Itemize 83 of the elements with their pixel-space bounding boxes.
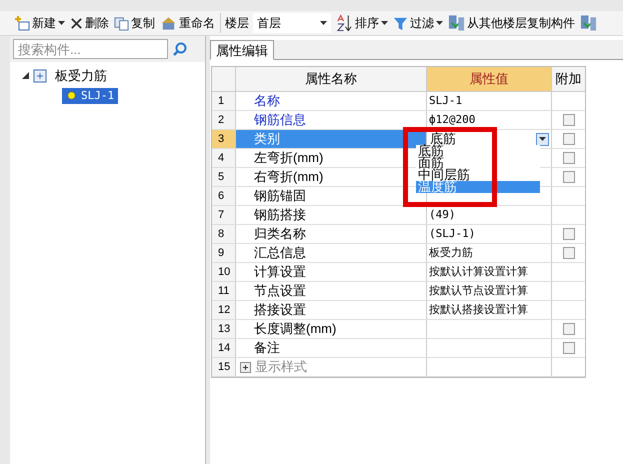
row-number: 5 bbox=[212, 168, 236, 186]
toolbar-button[interactable]: 排序 bbox=[336, 14, 388, 32]
caret-icon bbox=[436, 21, 443, 25]
property-value: ф12@200 bbox=[429, 112, 476, 128]
property-name: 节点设置 bbox=[254, 282, 306, 300]
row-number: 10 bbox=[212, 263, 236, 281]
property-name: 汇总信息 bbox=[254, 244, 306, 262]
sort-icon bbox=[336, 14, 353, 32]
toolbar-button[interactable]: 从其他楼层复制构件 bbox=[448, 14, 575, 32]
caret-icon bbox=[58, 21, 65, 25]
expand-icon[interactable] bbox=[240, 362, 251, 372]
row-number: 6 bbox=[212, 187, 236, 205]
checkbox[interactable] bbox=[562, 171, 574, 183]
property-value: 按默认搭接设置计算 bbox=[429, 302, 528, 318]
row-number: 8 bbox=[212, 225, 236, 243]
property-name: 备注 bbox=[254, 339, 280, 358]
checkbox[interactable] bbox=[562, 152, 574, 164]
checkbox[interactable] bbox=[562, 114, 574, 126]
rename-icon bbox=[160, 15, 177, 31]
dropdown-option[interactable]: 面筋 bbox=[416, 157, 540, 169]
checkbox[interactable] bbox=[562, 247, 574, 259]
search-field[interactable]: 搜索构件... bbox=[13, 39, 168, 59]
checkbox[interactable] bbox=[562, 133, 574, 145]
tab[interactable]: 属性编辑 bbox=[210, 40, 274, 60]
row-number: 4 bbox=[212, 149, 236, 167]
row-number: 3 bbox=[212, 130, 236, 148]
caret-icon bbox=[320, 21, 327, 25]
search-icon[interactable] bbox=[172, 41, 188, 57]
copy-floors-icon bbox=[580, 14, 597, 32]
caret-icon bbox=[539, 137, 546, 141]
column-header: 附加 bbox=[554, 70, 582, 88]
property-name: 计算设置 bbox=[254, 263, 306, 282]
property-name: 类别 bbox=[254, 130, 280, 148]
property-name: 钢筋搭接 bbox=[254, 206, 306, 224]
row-number: 12 bbox=[212, 301, 236, 319]
new-icon bbox=[14, 15, 30, 31]
property-value: (49) bbox=[429, 206, 456, 223]
dropdown-option[interactable]: 底筋 bbox=[416, 145, 540, 157]
row-number: 9 bbox=[212, 244, 236, 262]
expander-icon[interactable] bbox=[22, 72, 29, 80]
property-value: 按默认节点设置计算 bbox=[429, 282, 528, 299]
property-value: 板受力筋 bbox=[429, 244, 473, 261]
toolbar-button[interactable]: 重命名 bbox=[160, 14, 215, 32]
property-value: (SLJ-1) bbox=[429, 226, 476, 242]
checkbox[interactable] bbox=[562, 228, 574, 240]
checkbox[interactable] bbox=[562, 323, 574, 335]
property-name: 显示样式 bbox=[255, 358, 307, 376]
row-number: 2 bbox=[212, 111, 236, 129]
toolbar-button[interactable]: 新建 bbox=[14, 14, 65, 32]
property-name: 钢筋锚固 bbox=[254, 187, 306, 206]
toolbar-button[interactable]: 删除 bbox=[70, 14, 109, 32]
row-number: 15 bbox=[212, 358, 236, 376]
property-name: 钢筋信息 bbox=[254, 111, 306, 130]
row-number: 1 bbox=[212, 92, 236, 110]
delete-icon bbox=[70, 16, 83, 30]
copy-icon bbox=[114, 16, 129, 30]
property-name: 左弯折(mm) bbox=[254, 149, 324, 168]
property-name: 归类名称 bbox=[254, 225, 306, 244]
copy-floors-icon bbox=[448, 14, 465, 32]
caret-icon bbox=[381, 21, 388, 25]
toolbar-button[interactable]: 复制 bbox=[114, 14, 155, 32]
toolbar-button[interactable]: 过滤 bbox=[393, 14, 443, 32]
property-value: 按默认计算设置计算 bbox=[429, 264, 528, 280]
column-header: 属性值 bbox=[427, 67, 552, 91]
filter-icon bbox=[393, 16, 408, 30]
folder-icon bbox=[33, 68, 47, 83]
floor-select[interactable]: 首层 bbox=[253, 13, 331, 33]
floor-label: 楼层 bbox=[225, 15, 249, 32]
row-number: 11 bbox=[212, 282, 236, 300]
property-name: 右弯折(mm) bbox=[254, 168, 324, 186]
property-name: 长度调整(mm) bbox=[254, 320, 336, 338]
property-name: 名称 bbox=[254, 92, 280, 110]
gear-icon bbox=[66, 90, 77, 102]
checkbox[interactable] bbox=[562, 342, 574, 354]
tree-item[interactable]: 板受力筋 bbox=[51, 66, 111, 86]
tree-item[interactable]: SLJ-1 bbox=[62, 88, 118, 104]
row-number: 7 bbox=[212, 206, 236, 224]
toolbar-button[interactable] bbox=[580, 14, 597, 32]
row-number: 13 bbox=[212, 320, 236, 338]
dropdown-option[interactable]: 中间层筋 bbox=[416, 169, 540, 181]
property-value: SLJ-1 bbox=[429, 92, 462, 109]
row-number: 14 bbox=[212, 339, 236, 357]
property-name: 搭接设置 bbox=[254, 301, 306, 320]
